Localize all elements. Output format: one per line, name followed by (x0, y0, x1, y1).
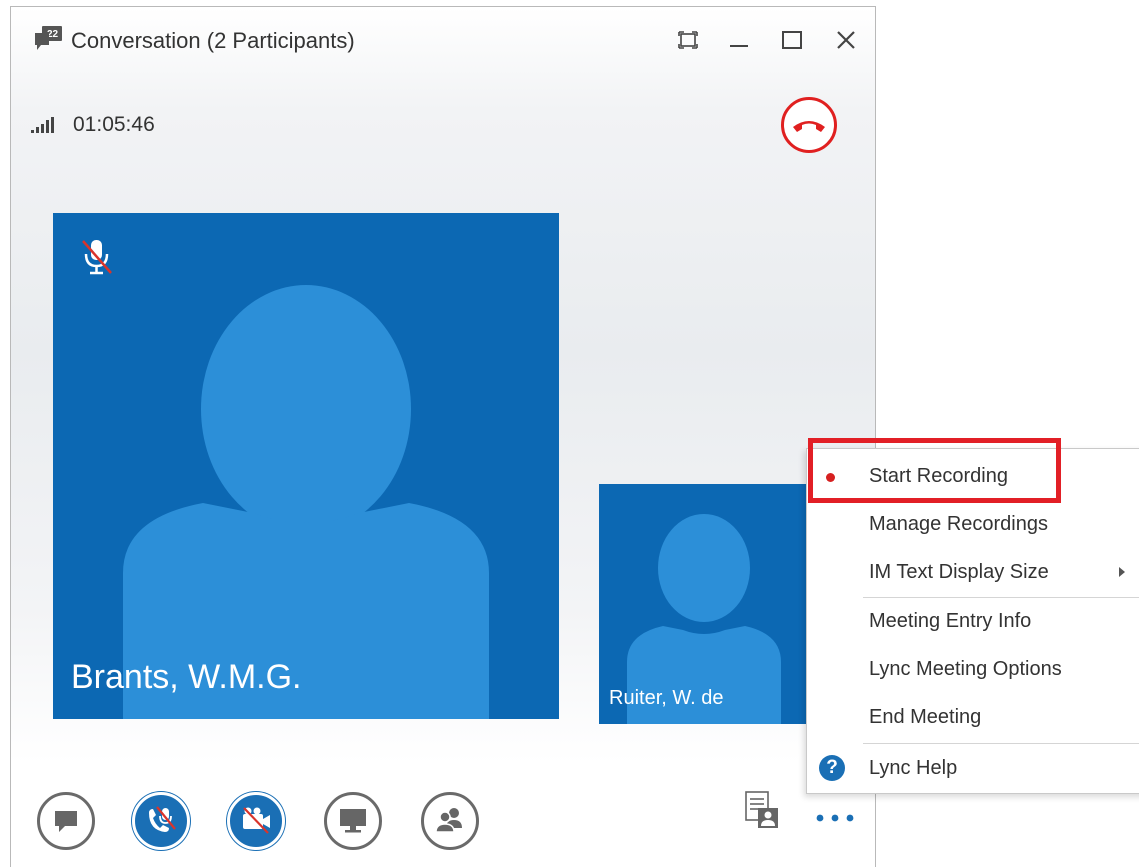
present-button[interactable] (324, 792, 382, 850)
chat-icon (55, 811, 77, 832)
mute-audio-button[interactable] (132, 792, 190, 850)
instant-message-button[interactable] (37, 792, 95, 850)
menu-item-manage-recordings[interactable]: Manage Recordings (807, 502, 1139, 548)
microphone-muted-icon (82, 240, 112, 275)
participant-name: Brants, W.M.G. (71, 658, 302, 696)
present-screen-icon (340, 809, 366, 833)
menu-separator (863, 597, 1139, 598)
help-icon: ? (819, 755, 845, 781)
menu-item-label: Lync Help (869, 757, 958, 779)
conversation-icon: 22 (35, 26, 62, 50)
people-icon (435, 808, 462, 833)
menu-item-label: Start Recording (869, 465, 1008, 487)
menu-item-label: Lync Meeting Options (869, 658, 1062, 680)
menu-item-start-recording[interactable]: Start Recording (807, 454, 1139, 500)
hang-up-icon (793, 121, 825, 132)
submenu-arrow-icon (1119, 567, 1125, 577)
title-bar: 22 Conversation (2 Participants) (11, 7, 875, 77)
video-button[interactable] (227, 792, 285, 850)
participant-tile-brants[interactable]: Brants, W.M.G. (53, 213, 559, 719)
maximize-icon[interactable] (779, 27, 805, 53)
avatar (123, 285, 489, 719)
participant-tile-ruiter[interactable]: Ruiter, W. de (599, 484, 809, 724)
phone-muted-icon (149, 806, 176, 832)
menu-separator (863, 743, 1139, 744)
call-timer: 01:05:46 (73, 113, 155, 136)
menu-item-label: End Meeting (869, 706, 982, 728)
menu-item-label: IM Text Display Size (869, 561, 1049, 583)
video-off-icon (243, 807, 270, 834)
participant-name: Ruiter, W. de (609, 687, 724, 709)
more-options-icon[interactable] (813, 811, 857, 825)
signal-strength-icon (31, 117, 54, 133)
menu-item-lync-meeting-options[interactable]: Lync Meeting Options (807, 647, 1139, 693)
participant-list-icon[interactable] (744, 790, 780, 830)
menu-item-im-text-display-size[interactable]: IM Text Display Size (807, 550, 1139, 596)
more-options-menu: Start Recording Manage Recordings IM Tex… (806, 448, 1139, 794)
window-title: Conversation (2 Participants) (71, 28, 355, 53)
menu-item-label: Meeting Entry Info (869, 610, 1032, 632)
conversation-window: 22 Conversation (2 Participants) 01:05:4… (10, 6, 876, 867)
menu-item-end-meeting[interactable]: End Meeting (807, 695, 1139, 741)
full-screen-icon[interactable] (675, 27, 701, 53)
menu-item-meeting-entry-info[interactable]: Meeting Entry Info (807, 599, 1139, 645)
close-icon[interactable] (833, 27, 859, 53)
participants-button[interactable] (421, 792, 479, 850)
menu-item-label: Manage Recordings (869, 513, 1048, 535)
hang-up-button[interactable] (781, 97, 837, 153)
minimize-icon[interactable] (726, 27, 752, 53)
record-dot-icon (826, 473, 835, 482)
menu-item-lync-help[interactable]: ? Lync Help (807, 746, 1139, 792)
